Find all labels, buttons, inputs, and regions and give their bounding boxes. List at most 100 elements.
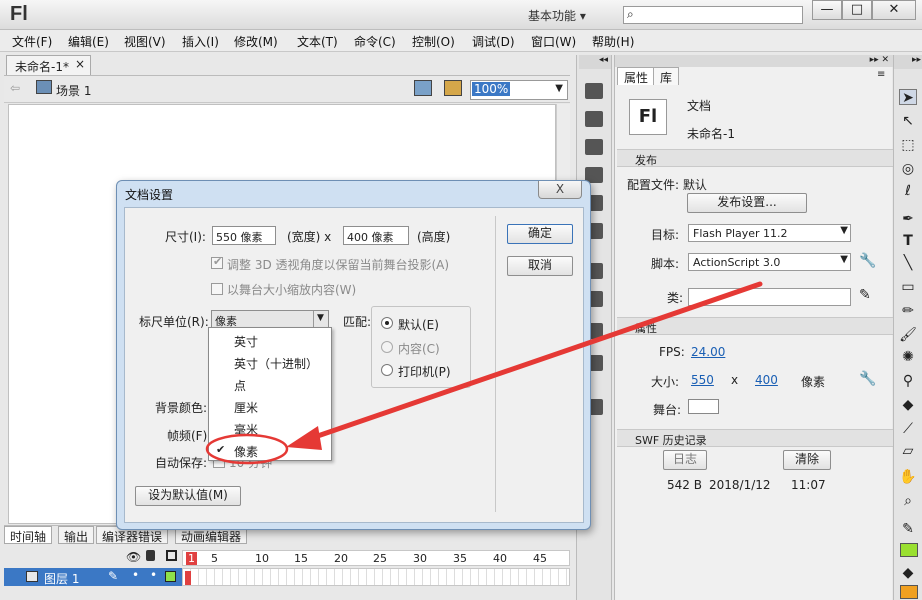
menu-file[interactable]: 文件(F) bbox=[12, 33, 52, 50]
tab-timeline[interactable]: 时间轴 bbox=[4, 526, 53, 544]
height-input[interactable]: 400 像素 bbox=[343, 226, 409, 245]
frame-number: 5 bbox=[211, 552, 218, 565]
ok-button[interactable]: 确定 bbox=[507, 224, 573, 244]
menu-window[interactable]: 窗口(W) bbox=[531, 33, 576, 50]
pen-tool-icon[interactable]: ✒ bbox=[899, 211, 917, 227]
stage-color-swatch[interactable] bbox=[688, 399, 719, 414]
adjust-3d-checkbox[interactable]: ✔ bbox=[211, 255, 223, 269]
publish-section-header[interactable]: 发布 bbox=[617, 149, 893, 167]
publish-settings-button[interactable]: 发布设置... bbox=[687, 193, 807, 213]
playhead[interactable]: 1 bbox=[186, 552, 197, 565]
workspace-switcher[interactable]: 基本功能 ▾ bbox=[528, 7, 586, 24]
menu-insert[interactable]: 插入(I) bbox=[182, 33, 219, 50]
dialog-close-button[interactable]: X bbox=[538, 181, 582, 199]
deco-tool-icon[interactable]: ✺ bbox=[899, 349, 917, 365]
properties-section-header[interactable]: 属性 bbox=[617, 317, 893, 335]
lock-icon[interactable] bbox=[146, 550, 155, 561]
match-content-radio[interactable] bbox=[381, 341, 393, 353]
tab-output[interactable]: 输出 bbox=[58, 526, 95, 544]
color-panel-icon[interactable] bbox=[585, 83, 603, 99]
match-printer-radio[interactable] bbox=[381, 364, 393, 376]
collapse-strip-icon[interactable]: ◂◂ bbox=[579, 55, 611, 69]
outline-icon[interactable] bbox=[166, 550, 177, 561]
cancel-button[interactable]: 取消 bbox=[507, 256, 573, 276]
zoom-tool-icon[interactable]: ⌕ bbox=[899, 493, 917, 509]
help-search-input[interactable]: ⌕ bbox=[623, 6, 803, 24]
log-button[interactable]: 日志 bbox=[663, 450, 707, 470]
script-select[interactable]: ActionScript 3.0 ▼ bbox=[688, 253, 851, 271]
menu-view[interactable]: 视图(V) bbox=[124, 33, 166, 50]
swatches-panel-icon[interactable] bbox=[585, 111, 603, 127]
visibility-dot[interactable]: • bbox=[132, 568, 139, 582]
edit-symbols-icon[interactable] bbox=[444, 80, 462, 96]
menu-help[interactable]: 帮助(H) bbox=[592, 33, 634, 50]
pencil-tool-icon[interactable]: ✏ bbox=[899, 303, 917, 319]
subselection-tool-icon[interactable]: ↖ bbox=[899, 113, 917, 129]
unit-option-millimeters[interactable]: 毫米 bbox=[209, 418, 331, 440]
class-input[interactable] bbox=[688, 288, 851, 306]
menu-text[interactable]: 文本(T) bbox=[297, 33, 338, 50]
match-default-radio[interactable] bbox=[381, 317, 393, 329]
width-input[interactable]: 550 像素 bbox=[212, 226, 276, 245]
stroke-color-icon[interactable]: ✎ bbox=[899, 521, 917, 537]
scale-content-checkbox[interactable] bbox=[211, 283, 223, 295]
unit-option-points[interactable]: 点 bbox=[209, 374, 331, 396]
align-panel-icon[interactable] bbox=[585, 139, 603, 155]
eye-icon[interactable]: 👁 bbox=[126, 550, 141, 564]
clear-button[interactable]: 清除 bbox=[783, 450, 831, 470]
swf-history-section-header[interactable]: SWF 历史记录 bbox=[617, 429, 893, 447]
eraser-tool-icon[interactable]: ▱ bbox=[899, 443, 917, 459]
fill-color-icon[interactable]: ◆ bbox=[899, 565, 917, 581]
edit-class-icon[interactable]: ✎ bbox=[859, 287, 871, 303]
rectangle-tool-icon[interactable]: ▭ bbox=[899, 279, 917, 295]
close-icon[interactable]: × bbox=[75, 57, 85, 71]
frame-ruler[interactable]: 1 5 10 15 20 25 30 35 40 45 bbox=[182, 550, 570, 566]
menu-edit[interactable]: 编辑(E) bbox=[68, 33, 109, 50]
set-default-button[interactable]: 设为默认值(M) bbox=[135, 486, 241, 506]
frame-number: 30 bbox=[413, 552, 427, 565]
panel-menu-icon[interactable]: ≡ bbox=[877, 69, 885, 80]
frame-cells[interactable] bbox=[182, 568, 570, 586]
outline-color-icon[interactable] bbox=[165, 571, 176, 582]
unit-option-inches-decimal[interactable]: 英寸（十进制） bbox=[209, 352, 331, 374]
document-tab[interactable]: 未命名-1* × bbox=[6, 55, 91, 75]
bone-tool-icon[interactable]: ⚲ bbox=[899, 373, 917, 389]
target-select[interactable]: Flash Player 11.2 ▼ bbox=[688, 224, 851, 242]
fill-color-swatch[interactable] bbox=[900, 585, 918, 599]
unit-option-centimeters[interactable]: 厘米 bbox=[209, 396, 331, 418]
close-window-button[interactable]: ✕ bbox=[872, 0, 916, 20]
maximize-button[interactable]: □ bbox=[842, 0, 872, 20]
minimize-button[interactable]: — bbox=[812, 0, 842, 20]
panel-header-grip[interactable]: ▸▸ ✕ bbox=[615, 55, 893, 67]
text-tool-icon[interactable]: T bbox=[899, 233, 917, 249]
stroke-color-swatch[interactable] bbox=[900, 543, 918, 557]
height-value[interactable]: 400 bbox=[755, 373, 778, 387]
edit-scene-icon[interactable] bbox=[414, 80, 432, 96]
line-tool-icon[interactable]: ╲ bbox=[899, 255, 917, 271]
wrench-icon[interactable]: 🔧 bbox=[859, 253, 876, 269]
tools-header[interactable]: ▸▸ bbox=[894, 55, 922, 69]
menu-modify[interactable]: 修改(M) bbox=[234, 33, 278, 50]
menu-control[interactable]: 控制(O) bbox=[412, 33, 455, 50]
hand-tool-icon[interactable]: ✋ bbox=[899, 469, 917, 485]
tab-library[interactable]: 库 bbox=[653, 67, 680, 85]
eyedropper-tool-icon[interactable]: ⟋ bbox=[899, 421, 917, 437]
unit-option-pixels[interactable]: 像素 bbox=[209, 440, 331, 462]
3d-rotation-tool-icon[interactable]: ◎ bbox=[899, 161, 917, 177]
free-transform-tool-icon[interactable]: ⬚ bbox=[899, 137, 917, 153]
menu-commands[interactable]: 命令(C) bbox=[354, 33, 396, 50]
document-icon: Fl bbox=[629, 99, 667, 135]
back-arrow-icon[interactable]: ⇦ bbox=[10, 81, 20, 95]
selection-tool-icon[interactable]: ➤ bbox=[899, 89, 917, 106]
width-value[interactable]: 550 bbox=[691, 373, 714, 387]
menu-debug[interactable]: 调试(D) bbox=[472, 33, 515, 50]
lock-dot[interactable]: • bbox=[150, 568, 157, 582]
unit-option-inches[interactable]: 英寸 bbox=[209, 330, 331, 352]
wrench-icon[interactable]: 🔧 bbox=[859, 371, 876, 387]
paint-bucket-tool-icon[interactable]: ◆ bbox=[899, 397, 917, 413]
tab-properties[interactable]: 属性 bbox=[617, 67, 656, 85]
lasso-tool-icon[interactable]: ℓ bbox=[899, 183, 917, 199]
zoom-select[interactable]: 100% ▼ bbox=[470, 80, 568, 100]
brush-tool-icon[interactable]: 🖌 bbox=[899, 327, 917, 343]
fps-value[interactable]: 24.00 bbox=[691, 345, 725, 359]
